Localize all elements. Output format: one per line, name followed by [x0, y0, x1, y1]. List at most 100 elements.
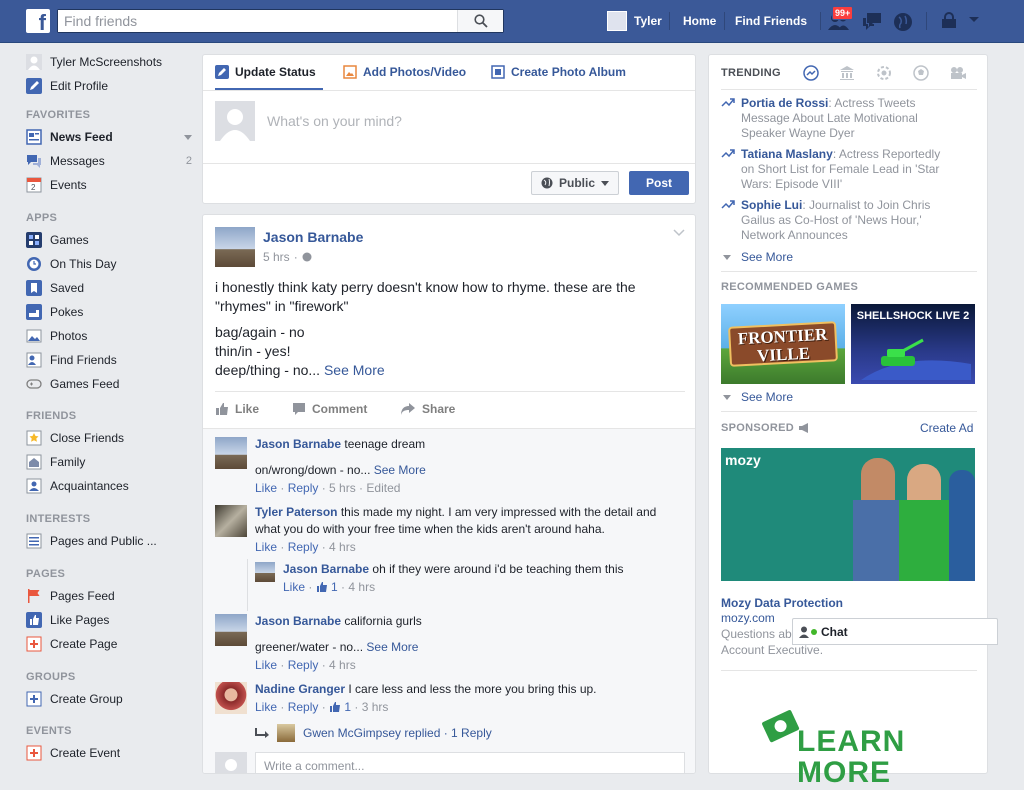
trending-item[interactable]: Tatiana Maslany: Actress Reportedly on Sh…	[721, 147, 981, 192]
home-link[interactable]: Home	[683, 0, 716, 42]
sidebar-item-games-feed[interactable]: Games Feed	[26, 374, 192, 394]
trending-tab-icon[interactable]	[803, 65, 819, 81]
post-button[interactable]: Post	[629, 171, 689, 195]
trending-item[interactable]: Portia de Rossi: Actress Tweets Message A…	[721, 96, 981, 141]
commenter-name[interactable]: Jason Barnabe	[255, 614, 341, 628]
sidebar-item-pokes[interactable]: Pokes	[26, 302, 192, 322]
sidebar-item-pages-feed[interactable]: Pages Feed	[26, 586, 192, 606]
sidebar-item-events[interactable]: 2 Events	[26, 175, 192, 195]
game-tile-frontierville[interactable]: FRONTIER VILLE	[721, 304, 845, 384]
write-comment-input[interactable]: Write a comment...	[255, 752, 685, 773]
post-author-link[interactable]: Jason Barnabe	[263, 229, 363, 245]
comment-reply-link[interactable]: Reply	[288, 700, 319, 714]
chevron-down-icon[interactable]	[184, 134, 192, 140]
share-button[interactable]: Share	[400, 402, 455, 416]
commenter-avatar[interactable]	[215, 437, 247, 469]
sidebar-item-like-pages[interactable]: Like Pages	[26, 610, 192, 630]
facebook-logo[interactable]: f	[26, 9, 50, 33]
see-more-link[interactable]: See More	[374, 463, 426, 477]
sidebar-item-create-group[interactable]: Create Group	[26, 689, 192, 709]
commenter-name[interactable]: Tyler Paterson	[255, 505, 337, 519]
comment-like-link[interactable]: Like	[255, 481, 277, 495]
politics-tab-icon[interactable]	[839, 65, 855, 81]
comment-text: greener/water - no... See More	[255, 640, 418, 654]
comment-reply-link[interactable]: Reply	[288, 540, 319, 554]
story-options-chevron-icon[interactable]	[673, 229, 685, 237]
comment-button[interactable]: Comment	[292, 402, 367, 416]
trending-item[interactable]: Sophie Lui: Journalist to Join Chris Gail…	[721, 198, 981, 243]
search-input[interactable]	[58, 10, 458, 32]
science-tab-icon[interactable]	[876, 65, 892, 81]
sidebar-item-create-page[interactable]: Create Page	[26, 634, 192, 654]
games-see-more-link[interactable]: See More	[723, 390, 793, 404]
sidebar-item-label: On This Day	[50, 257, 117, 271]
sidebar-item-edit-profile[interactable]: Edit Profile	[26, 76, 192, 96]
sidebar-item-games[interactable]: Games	[26, 230, 192, 250]
author-avatar[interactable]	[215, 227, 255, 267]
comment-timestamp[interactable]: 4 hrs	[329, 540, 356, 554]
tab-update-status[interactable]: Update Status	[215, 65, 316, 79]
sidebar-item-close-friends[interactable]: Close Friends	[26, 428, 192, 448]
comment-timestamp[interactable]: 3 hrs	[362, 700, 389, 714]
sidebar-item-news-feed[interactable]: News Feed	[26, 127, 192, 147]
view-replies-link[interactable]: Gwen McGimpsey replied · 1 Reply	[255, 724, 492, 742]
sidebar-item-photos[interactable]: Photos	[26, 326, 192, 346]
sidebar-item-messages[interactable]: Messages 2	[26, 151, 192, 171]
share-arrow-icon	[401, 403, 415, 415]
like-button[interactable]: Like	[215, 402, 259, 416]
status-input[interactable]: What's on your mind?	[267, 113, 402, 129]
messages-icon[interactable]	[862, 12, 884, 32]
chat-bar[interactable]: Chat	[792, 618, 998, 645]
see-more-link[interactable]: See More	[366, 640, 418, 654]
commenter-avatar[interactable]	[215, 614, 247, 646]
timestamp-text: 5 hrs	[263, 250, 290, 264]
comment-timestamp[interactable]: 4 hrs	[329, 658, 356, 672]
audience-selector-button[interactable]: Public	[531, 171, 619, 195]
sidebar-item-create-event[interactable]: Create Event	[26, 743, 192, 763]
comment-reply-link[interactable]: Reply	[288, 658, 319, 672]
sidebar-item-pages-public[interactable]: Pages and Public ...	[26, 531, 192, 551]
sports-tab-icon[interactable]	[913, 65, 929, 81]
comment-text: Jason Barnabe oh if they were around i'd…	[283, 562, 624, 576]
like-count[interactable]: 1	[344, 700, 351, 714]
globe-notifications-icon[interactable]	[893, 12, 913, 32]
see-more-link[interactable]: See More	[324, 362, 385, 378]
tab-create-album[interactable]: Create Photo Album	[491, 65, 626, 79]
ad-url[interactable]: mozy.com	[721, 611, 775, 625]
comment-like-link[interactable]: Like	[283, 580, 305, 594]
ad-image[interactable]: mozy	[721, 448, 975, 581]
sidebar-item-on-this-day[interactable]: On This Day	[26, 254, 192, 274]
search-button[interactable]	[457, 10, 503, 32]
comment-like-link[interactable]: Like	[255, 658, 277, 672]
comment-like-link[interactable]: Like	[255, 700, 277, 714]
sidebar-item-acquaintances[interactable]: Acquaintances	[26, 476, 192, 496]
ad-title-link[interactable]: Mozy Data Protection	[721, 596, 843, 610]
comment-timestamp[interactable]: 5 hrs · Edited	[329, 481, 400, 495]
entertainment-tab-icon[interactable]	[949, 65, 967, 81]
sidebar-item-find-friends[interactable]: Find Friends	[26, 350, 192, 370]
comment-reply-link[interactable]: Reply	[288, 481, 319, 495]
post-body-line: thin/in - yes!	[215, 343, 291, 359]
profile-link[interactable]: Tyler	[607, 0, 662, 42]
like-count[interactable]: 1	[331, 580, 338, 594]
sidebar-item-profile[interactable]: Tyler McScreenshots	[26, 52, 192, 72]
privacy-shortcuts-icon[interactable]	[940, 12, 958, 30]
trending-see-more-link[interactable]: See More	[723, 250, 793, 264]
create-ad-link[interactable]: Create Ad	[920, 421, 973, 435]
comment-timestamp[interactable]: 4 hrs	[348, 580, 375, 594]
commenter-name[interactable]: Jason Barnabe	[283, 562, 369, 576]
account-menu-chevron-icon[interactable]	[968, 16, 980, 24]
sidebar-item-saved[interactable]: Saved	[26, 278, 192, 298]
commenter-avatar[interactable]	[215, 682, 247, 714]
svg-text:2: 2	[31, 183, 36, 192]
commenter-avatar[interactable]	[255, 562, 275, 582]
game-tile-shellshock[interactable]: SHELLSHOCK LIVE 2	[851, 304, 975, 384]
post-timestamp[interactable]: 5 hrs ·	[263, 250, 312, 264]
find-friends-link[interactable]: Find Friends	[735, 0, 807, 42]
commenter-name[interactable]: Jason Barnabe	[255, 437, 341, 451]
tab-add-photos[interactable]: Add Photos/Video	[343, 65, 466, 79]
comment-like-link[interactable]: Like	[255, 540, 277, 554]
sidebar-item-family[interactable]: Family	[26, 452, 192, 472]
commenter-name[interactable]: Nadine Granger	[255, 682, 345, 696]
commenter-avatar[interactable]	[215, 505, 247, 537]
